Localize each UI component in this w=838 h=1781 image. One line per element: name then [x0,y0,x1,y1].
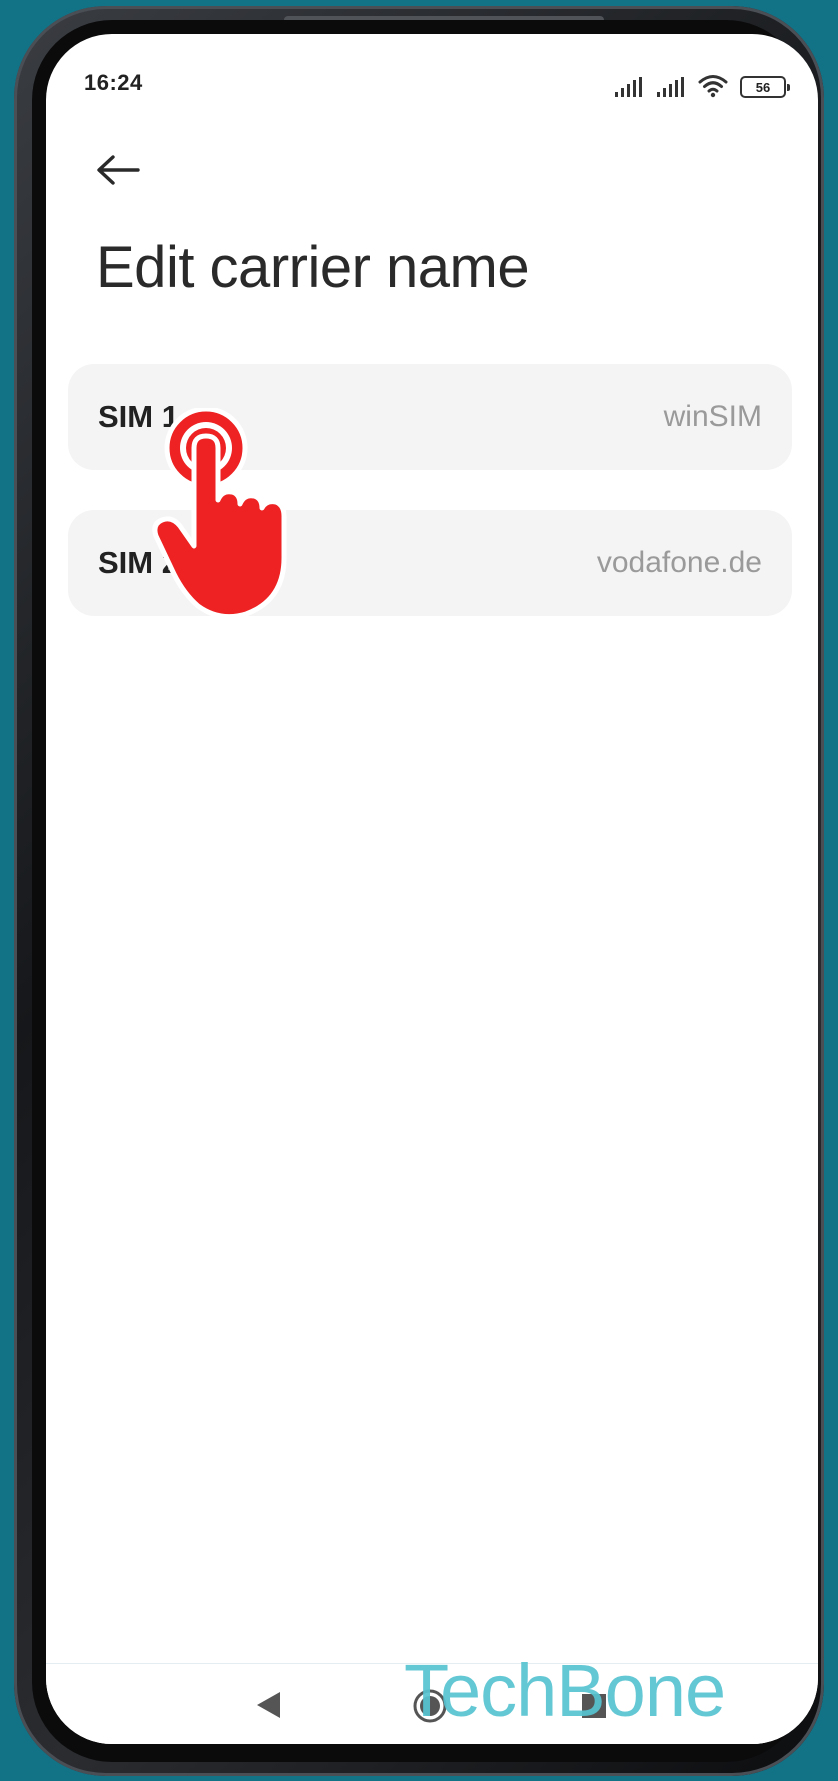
wifi-icon [698,75,728,98]
watermark-logo: TechBone [404,1649,726,1732]
back-button[interactable] [86,142,150,198]
page-title: Edit carrier name [96,235,530,300]
nav-back-icon[interactable] [254,1690,282,1720]
status-time: 16:24 [84,70,143,95]
sim-1-carrier-name: winSIM [663,400,762,433]
sim-2-carrier-name: vodafone.de [596,546,762,579]
tap-hand-icon [152,408,287,620]
back-arrow-icon [97,155,140,185]
signal-icon [615,77,642,97]
signal-icon [657,77,684,97]
battery-level: 56 [755,79,771,95]
phone-screen: 16:24 56 Edit carrier name SIM 1 winSIM … [46,34,818,1744]
status-icons: 56 [614,68,790,98]
status-bar: 16:24 56 [46,34,818,114]
battery-icon: 56 [740,76,790,98]
